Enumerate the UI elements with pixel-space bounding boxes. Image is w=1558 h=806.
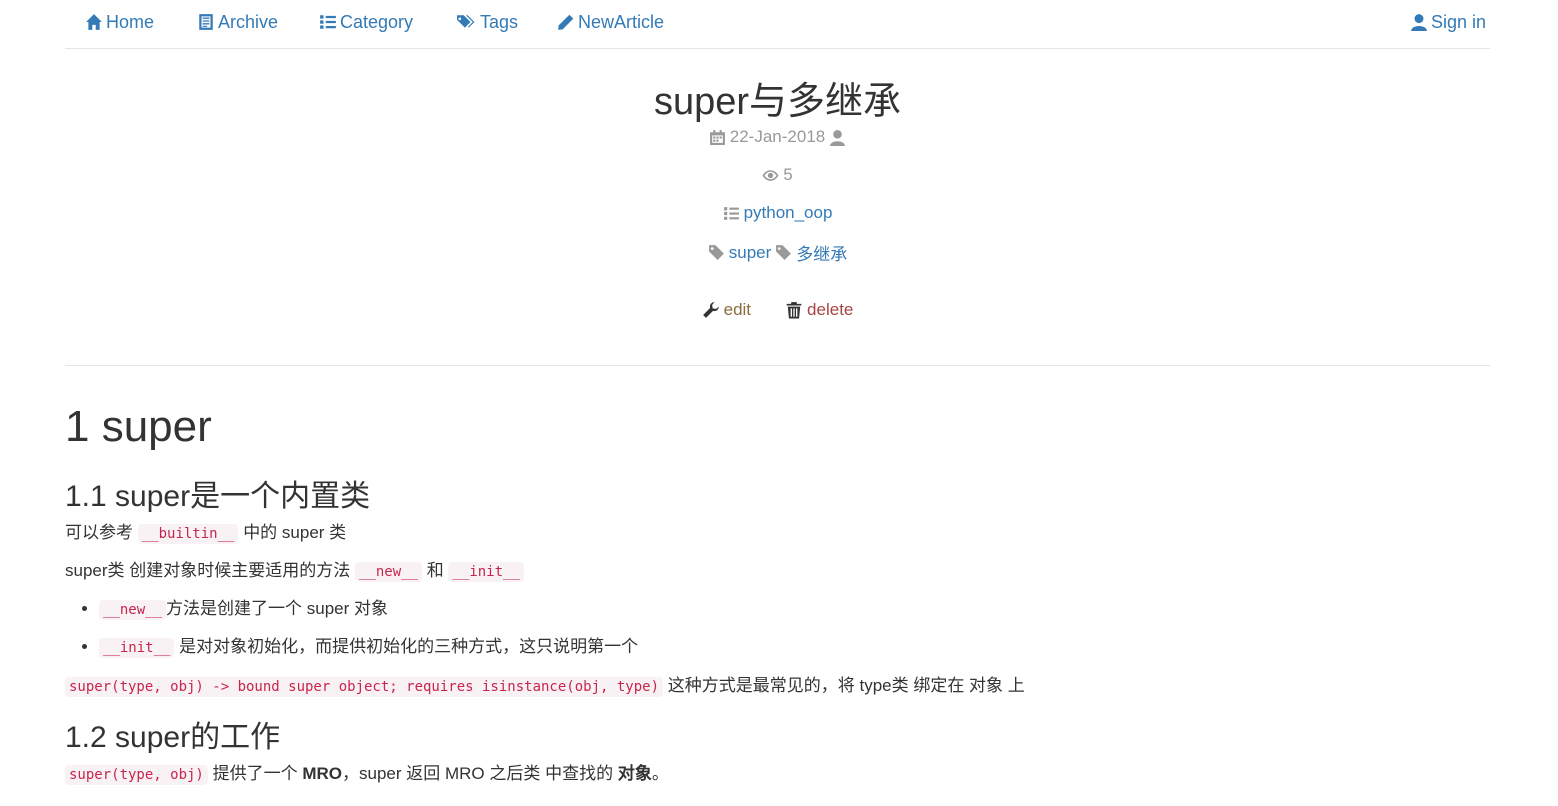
post-title: super与多继承 xyxy=(653,81,902,123)
post-views-row: 5 xyxy=(65,165,1490,189)
navbar: Home Archive Category Tags NewArticle Si… xyxy=(65,0,1490,49)
tag-label: super xyxy=(728,242,772,262)
delete-button[interactable]: delete xyxy=(785,300,853,320)
header-divider xyxy=(65,365,1490,366)
home-icon xyxy=(86,14,102,30)
inline-code: super(type, obj) xyxy=(65,765,208,785)
post-date-row: 22-Jan-2018 xyxy=(65,127,1490,151)
nav-category[interactable]: Category xyxy=(319,10,413,34)
text: 。 xyxy=(651,764,669,783)
inline-code: __init__ xyxy=(448,562,524,582)
methods-list: __new__方法是创建了一个 super 对象 __init__ 是对对象初始… xyxy=(65,597,1490,660)
nav-home-label: Home xyxy=(106,11,155,32)
tag-icon xyxy=(708,245,724,260)
nav-sign-in-label: Sign in xyxy=(1430,11,1486,32)
text: 可以参考 xyxy=(65,523,133,542)
text: 是对对象初始化，而提供初始化的三种方式，这只说明第一个 xyxy=(179,637,639,656)
author-icon xyxy=(830,129,846,146)
inline-code: __init__ xyxy=(99,638,175,658)
nav-sign-in[interactable]: Sign in xyxy=(1410,10,1486,34)
inline-code: __new__ xyxy=(354,562,422,582)
eye-icon xyxy=(762,169,779,181)
user-icon xyxy=(1411,14,1427,31)
inline-code: super(type, obj) -> bound super object; … xyxy=(65,677,664,697)
text: ，super 返回 MRO 之后类 中查找的 xyxy=(342,764,614,783)
book-icon xyxy=(199,14,213,30)
bold-text: 对象 xyxy=(617,764,652,783)
post-category-row: python_oop xyxy=(65,203,1490,227)
paragraph-methods: super类 创建对象时候主要适用的方法 __new__ 和 __init__ xyxy=(65,559,1490,584)
paragraph-bound-super: super(type, obj) -> bound super object; … xyxy=(65,674,1490,699)
delete-label: delete xyxy=(807,300,854,319)
paragraph-mro: super(type, obj) 提供了一个 MRO，super 返回 MRO … xyxy=(65,762,1490,787)
post-tags-row: super 多继承 xyxy=(65,240,1490,266)
tag-link-multi-inherit[interactable]: 多继承 xyxy=(775,240,847,265)
post-views: 5 xyxy=(783,165,793,184)
tag-icon xyxy=(776,245,792,260)
edit-label: edit xyxy=(723,300,752,319)
text: 中的 super 类 xyxy=(243,523,347,542)
page-container: Home Archive Category Tags NewArticle Si… xyxy=(65,0,1490,785)
article-content: 1 super 1.1 super是一个内置类 可以参考 __builtin__… xyxy=(65,395,1490,787)
list-item: __new__方法是创建了一个 super 对象 xyxy=(99,597,1490,622)
list-item: __init__ 是对对象初始化，而提供初始化的三种方式，这只说明第一个 xyxy=(99,635,1490,660)
paragraph-builtin: 可以参考 __builtin__ 中的 super 类 xyxy=(65,521,1490,546)
post-actions: edit delete xyxy=(65,300,1490,324)
nav-tags-label: Tags xyxy=(480,11,519,32)
post-date: 22-Jan-2018 xyxy=(729,127,826,146)
heading-1-2: 1.2 super的工作 xyxy=(65,721,281,754)
trash-icon xyxy=(786,302,802,319)
tag-label: 多继承 xyxy=(796,245,848,264)
heading-1-1: 1.1 super是一个内置类 xyxy=(65,480,371,513)
bold-text: MRO xyxy=(302,764,342,783)
calendar-icon xyxy=(709,129,725,145)
nav-tags[interactable]: Tags xyxy=(455,10,518,34)
nav-archive-label: Archive xyxy=(218,11,279,32)
text: 提供了一个 xyxy=(212,764,298,783)
category-list-icon xyxy=(723,206,739,220)
wrench-icon xyxy=(702,302,719,318)
inline-code: __new__ xyxy=(99,600,167,620)
inline-code: __builtin__ xyxy=(137,524,239,544)
pencil-icon xyxy=(558,14,574,30)
nav-new-article[interactable]: NewArticle xyxy=(557,10,664,34)
text: super类 创建对象时候主要适用的方法 xyxy=(65,561,351,580)
nav-category-label: Category xyxy=(340,11,414,32)
heading-1: 1 super xyxy=(65,402,212,451)
nav-new-article-label: NewArticle xyxy=(578,11,665,32)
post-category-link[interactable]: python_oop xyxy=(744,203,833,223)
tag-link-super[interactable]: super xyxy=(708,242,772,263)
list-icon xyxy=(320,15,336,29)
text: 和 xyxy=(426,561,444,580)
nav-archive[interactable]: Archive xyxy=(197,10,278,34)
text: 这种方式是最常见的，将 type类 绑定在 对象 上 xyxy=(667,676,1025,695)
nav-home[interactable]: Home xyxy=(85,10,154,34)
text: 方法是创建了一个 super 对象 xyxy=(166,599,388,618)
tags-icon xyxy=(457,15,475,28)
edit-button[interactable]: edit xyxy=(702,300,751,320)
